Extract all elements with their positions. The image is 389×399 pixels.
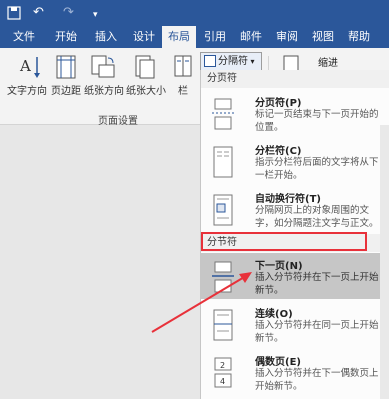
scrollbar[interactable] bbox=[380, 125, 389, 399]
annotation-arrow bbox=[151, 272, 252, 333]
